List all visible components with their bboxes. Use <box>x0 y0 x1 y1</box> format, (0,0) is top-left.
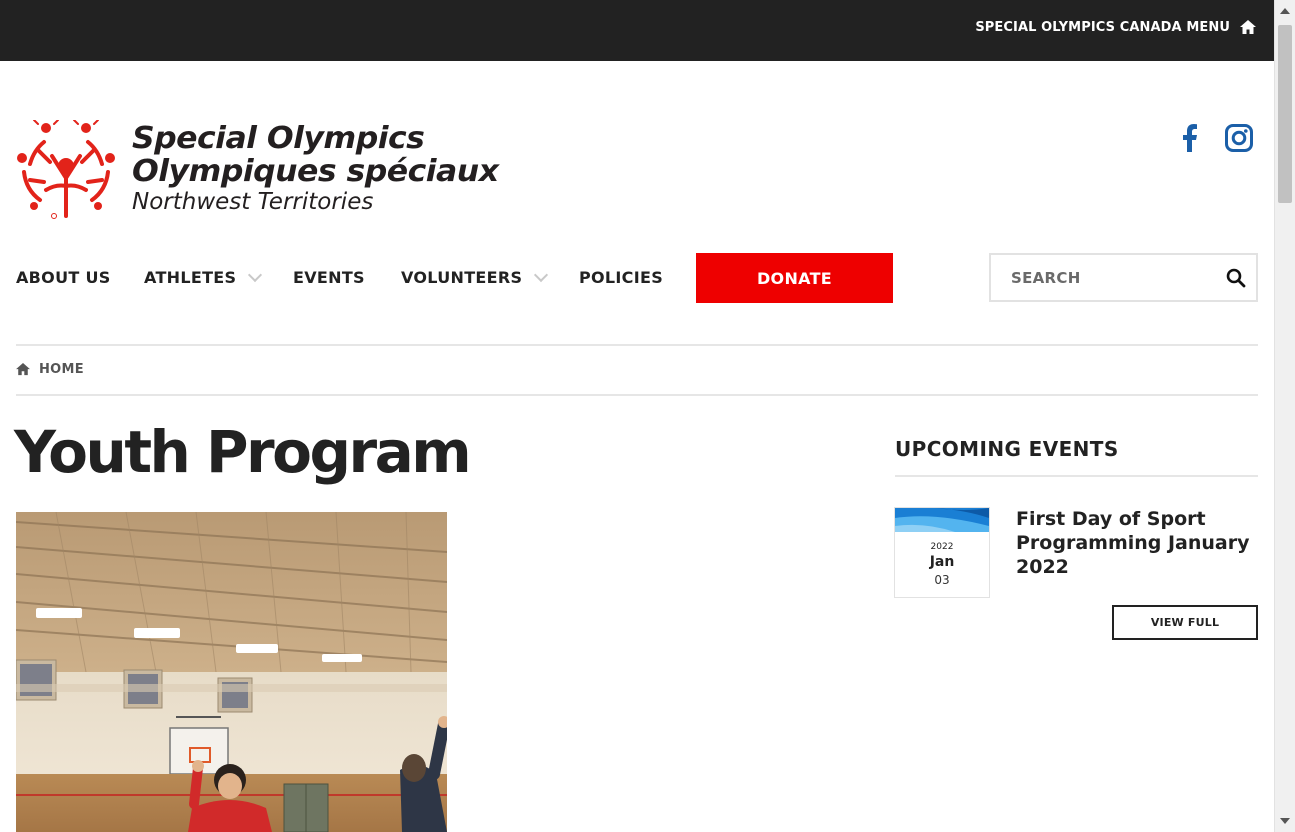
nav-label: EVENTS <box>293 268 365 287</box>
donate-button[interactable]: DONATE <box>696 253 893 303</box>
youth-program-photo <box>16 512 447 832</box>
event-month: Jan <box>929 554 955 570</box>
page-title: Youth Program <box>14 418 472 486</box>
facebook-link[interactable] <box>1176 120 1206 154</box>
home-icon <box>16 363 30 376</box>
instagram-link[interactable] <box>1224 120 1254 154</box>
nav-label: POLICIES <box>579 268 664 287</box>
nav-item-about-us[interactable]: ABOUT US <box>16 268 111 287</box>
view-full-button[interactable]: VIEW FULL <box>1112 605 1258 640</box>
event-day: 03 <box>934 573 950 587</box>
nav-item-athletes[interactable]: ATHLETES <box>144 267 263 287</box>
logo-line-french: Olympiques spéciaux <box>132 154 499 189</box>
divider <box>16 344 1258 346</box>
event-year: 2022 <box>930 542 954 552</box>
instagram-icon <box>1225 124 1253 152</box>
search-input[interactable] <box>1011 267 1211 289</box>
nav-item-events[interactable]: EVENTS <box>293 268 365 287</box>
breadcrumb-home-label[interactable]: HOME <box>39 362 84 377</box>
special-olympics-canada-menu[interactable]: SPECIAL OLYMPICS CANADA MENU <box>975 20 1256 35</box>
scroll-down-arrow-icon[interactable] <box>1280 818 1290 824</box>
search-icon[interactable] <box>1226 268 1246 288</box>
chevron-down-icon[interactable] <box>248 267 263 282</box>
nav-item-volunteers[interactable]: VOLUNTEERS <box>401 267 549 287</box>
gym-photo-illustration <box>16 512 447 832</box>
canada-menu-label: SPECIAL OLYMPICS CANADA MENU <box>975 20 1230 35</box>
scrollbar-thumb[interactable] <box>1278 25 1292 203</box>
logo-line-english: Special Olympics <box>132 121 425 156</box>
event-title-link[interactable]: First Day of Sport Programming January 2… <box>1016 507 1256 579</box>
social-links <box>1176 120 1254 154</box>
scroll-up-arrow-icon[interactable] <box>1280 8 1290 14</box>
special-olympics-logo-mark-icon <box>17 120 115 219</box>
nav-label: ATHLETES <box>144 268 237 287</box>
breadcrumb[interactable]: HOME <box>16 362 84 377</box>
top-bar: SPECIAL OLYMPICS CANADA MENU <box>0 0 1274 61</box>
event-date-card[interactable]: 2022 Jan 03 <box>894 507 990 598</box>
logo-text: Special Olympics Olympiques spéciaux Nor… <box>132 122 499 216</box>
nav-item-policies[interactable]: POLICIES <box>579 268 663 287</box>
divider <box>16 394 1258 396</box>
site-logo[interactable]: Special Olympics Olympiques spéciaux Nor… <box>16 120 526 224</box>
facebook-icon <box>1183 124 1197 152</box>
upcoming-events-heading: UPCOMING EVENTS <box>895 437 1119 461</box>
main-navigation: ABOUT US ATHLETES EVENTS VOLUNTEERS POLI… <box>16 253 1258 303</box>
chevron-down-icon[interactable] <box>534 267 549 282</box>
nav-label: ABOUT US <box>16 268 111 287</box>
event-card-banner <box>895 508 989 532</box>
divider <box>895 475 1258 477</box>
search-box <box>989 253 1258 302</box>
logo-line-territory: Northwest Territories <box>132 189 374 215</box>
nav-label: VOLUNTEERS <box>401 268 523 287</box>
scrollbar[interactable] <box>1274 0 1295 832</box>
home-icon <box>1240 20 1256 34</box>
